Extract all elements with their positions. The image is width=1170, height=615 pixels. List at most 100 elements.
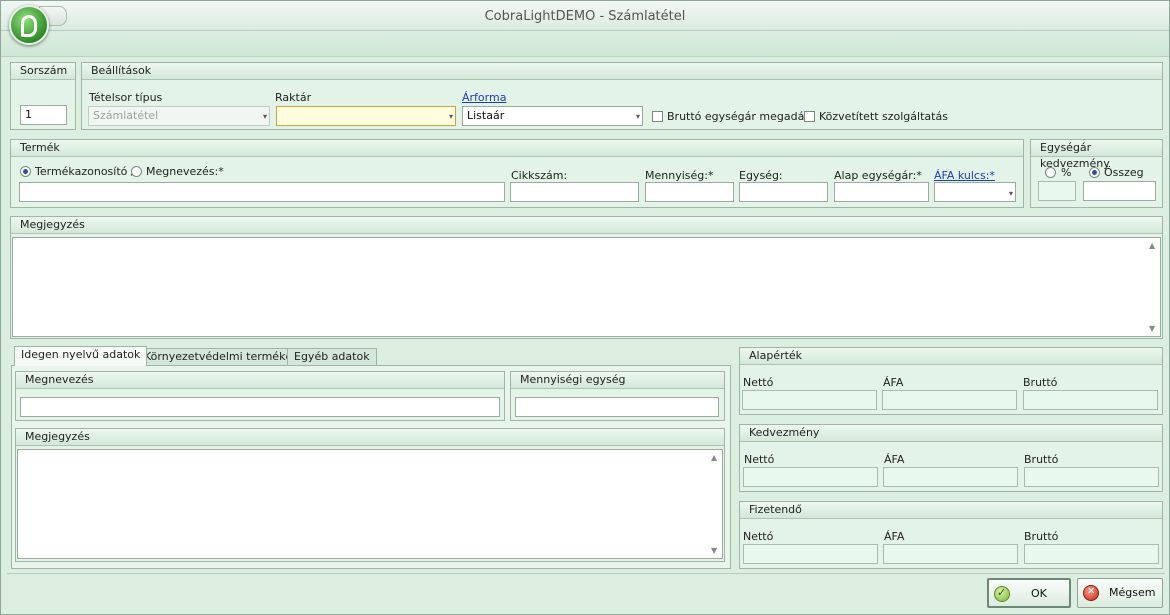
tab-idegen-nyelvu[interactable]: Idegen nyelvű adatok (14, 346, 148, 366)
arforma-link[interactable]: Árforma (462, 91, 506, 104)
fizetendo-header: Fizetendő (740, 502, 1162, 519)
tetelsor-value: Számlatétel (93, 109, 159, 122)
sorszam-input[interactable]: 1 (20, 105, 67, 125)
sorszam-group: Sorszám 1 (10, 62, 76, 130)
alaperték-brutto-input (1023, 390, 1158, 410)
egysegar-kedvezmeny-group: Egységár kedvezmény % Összeg (1030, 139, 1163, 208)
tab-egyeb-adatok[interactable]: Egyéb adatok (287, 348, 377, 366)
termekazonosito-label: Termékazonosító / (35, 165, 135, 178)
fizetendo-group: Fizetendő Nettó ÁFA Bruttó (739, 501, 1163, 569)
alaperték-afa-label: ÁFA (883, 376, 904, 389)
dialog-window: CobraLightDEMO - Számlatétel Sorszám 1 B… (0, 0, 1170, 615)
megnevezes-radio[interactable] (131, 166, 142, 177)
fizetendo-netto-input (743, 544, 878, 564)
cikkszam-input[interactable] (510, 182, 639, 202)
tetelsor-select: Számlatétel ▾ (88, 106, 270, 126)
mennyisegi-egyseg-input[interactable] (515, 397, 719, 417)
alaperték-netto-label: Nettó (743, 376, 774, 389)
percent-input (1038, 181, 1076, 201)
kedvezmeny-netto-label: Nettó (744, 453, 775, 466)
chevron-down-icon[interactable]: ▾ (449, 110, 453, 124)
tab-panel: Megnevezés Mennyiségi egység Megjegyzés … (11, 365, 731, 569)
scrollbar[interactable]: ▲ ▼ (1146, 238, 1160, 336)
chevron-down-icon[interactable]: ▾ (636, 110, 640, 124)
tab-kornyezetvedelmi[interactable]: Környezetvédelmi termékdíj (137, 348, 306, 366)
chevron-down-icon: ▾ (262, 112, 267, 121)
fizetendo-netto-label: Nettó (743, 530, 774, 543)
alap-egysegar-label: Alap egységár:* (834, 169, 922, 182)
alaperték-afa-input (882, 390, 1017, 410)
raktar-select[interactable]: ▾ (276, 106, 456, 126)
kozvetitett-checkbox[interactable] (804, 111, 815, 122)
kedvezmeny-brutto-label: Bruttó (1024, 453, 1059, 466)
fizetendo-brutto-input (1024, 544, 1159, 564)
chevron-down-icon[interactable]: ▾ (1009, 187, 1013, 201)
sorszam-header: Sorszám (11, 63, 75, 80)
megjegyzes-textarea[interactable]: ▲ ▼ (12, 237, 1161, 337)
kozvetitett-label: Közvetített szolgáltatás (819, 110, 948, 123)
kedvezmeny-afa-label: ÁFA (884, 453, 905, 466)
idegen-megjegyzes-textarea[interactable]: ▲ ▼ (17, 449, 723, 559)
cancel-label: Mégsem (1109, 586, 1156, 599)
idegen-megjegyzes-header: Megjegyzés (16, 429, 724, 446)
raktar-label: Raktár (275, 91, 312, 104)
mennyisegi-egyseg-header: Mennyiségi egység (511, 372, 724, 389)
termek-input[interactable] (19, 182, 505, 202)
alaperték-header: Alapérték (740, 348, 1162, 365)
megjegyzes-header: Megjegyzés (11, 217, 1162, 234)
kedvezmeny-totals-header: Kedvezmény (740, 425, 1162, 442)
termekazonosito-radio[interactable] (20, 166, 31, 177)
ok-label: OK (1031, 587, 1047, 600)
kedvezmeny-afa-input (883, 467, 1018, 487)
tetelsor-label: Tételsor típus (89, 91, 163, 104)
percent-radio[interactable] (1045, 167, 1056, 178)
cobra-logo-icon (21, 15, 37, 37)
idegen-megnevezes-input[interactable] (20, 397, 500, 417)
cancel-button[interactable]: Mégsem (1077, 578, 1163, 608)
fizetendo-afa-input (883, 544, 1018, 564)
title-bar: CobraLightDEMO - Számlatétel (1, 1, 1169, 31)
kedvezmeny-netto-input (743, 467, 878, 487)
idegen-megnevezes-header: Megnevezés (16, 372, 504, 389)
window-title: CobraLightDEMO - Számlatétel (484, 9, 686, 24)
scroll-down-icon[interactable]: ▼ (1149, 324, 1155, 333)
fizetendo-afa-label: ÁFA (884, 530, 905, 543)
beallitasok-header: Beállítások (82, 63, 1162, 80)
idegen-megnevezes-group: Megnevezés (15, 371, 505, 421)
alap-egysegar-input[interactable] (834, 182, 929, 202)
osszeg-radio[interactable] (1089, 167, 1100, 178)
mennyisegi-egyseg-group: Mennyiségi egység (510, 371, 725, 421)
afa-kulcs-select[interactable]: ▾ (934, 182, 1016, 202)
scroll-down-icon[interactable]: ▼ (711, 546, 717, 555)
cikkszam-label: Cikkszám: (511, 169, 568, 182)
fizetendo-brutto-label: Bruttó (1024, 530, 1059, 543)
termek-header: Termék (11, 140, 1023, 157)
kedvezmeny-header: Egységár kedvezmény (1031, 140, 1162, 170)
kedvezmeny-totals-group: Kedvezmény Nettó ÁFA Bruttó (739, 424, 1163, 492)
osszeg-label: Összeg (1104, 166, 1144, 179)
egyseg-input[interactable] (739, 182, 828, 202)
scroll-up-icon[interactable]: ▲ (711, 453, 717, 462)
scroll-up-icon[interactable]: ▲ (1149, 241, 1155, 250)
termek-group: Termék Termékazonosító / Megnevezés:* Ci… (10, 139, 1024, 208)
app-menu-button[interactable] (9, 5, 49, 45)
arforma-select[interactable]: Listaár ▾ (462, 106, 643, 126)
arforma-value: Listaár (467, 109, 505, 122)
close-icon (1083, 585, 1099, 601)
alaperték-brutto-label: Bruttó (1023, 376, 1058, 389)
osszeg-input[interactable] (1083, 181, 1156, 201)
brutto-label: Bruttó egységár megadás (667, 110, 811, 123)
kedvezmeny-brutto-input (1024, 467, 1159, 487)
alaperték-netto-input (742, 390, 877, 410)
mennyiseg-input[interactable] (645, 182, 734, 202)
alaperték-group: Alapérték Nettó ÁFA Bruttó (739, 347, 1163, 415)
beallitasok-group: Beállítások Tételsor típus Számlatétel ▾ … (81, 62, 1163, 130)
scrollbar[interactable]: ▲ ▼ (708, 450, 722, 558)
afa-kulcs-link[interactable]: ÁFA kulcs:* (934, 169, 995, 182)
ok-button[interactable]: OK (987, 578, 1071, 608)
idegen-megjegyzes-group: Megjegyzés ▲ ▼ (15, 428, 725, 562)
mennyiseg-label: Mennyiség:* (645, 169, 714, 182)
megnevezes-radio-label: Megnevezés:* (146, 165, 224, 178)
checkmark-icon (994, 586, 1010, 602)
brutto-checkbox[interactable] (652, 111, 663, 122)
